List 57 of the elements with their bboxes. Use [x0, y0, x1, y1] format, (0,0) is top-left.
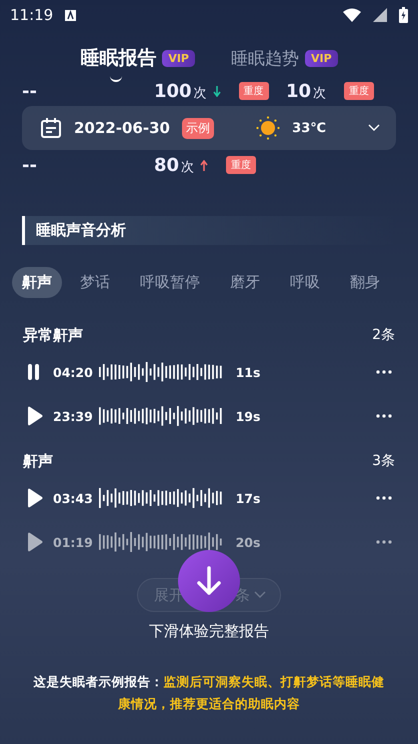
sun-icon [256, 116, 280, 140]
wifi-icon [343, 8, 361, 22]
group-title: 鼾声 [23, 452, 53, 470]
sample-tag: 示例 [182, 118, 214, 138]
report-tab[interactable]: 睡眠报告 VIP [80, 38, 195, 78]
pause-button[interactable] [27, 364, 41, 380]
severity-badge: 重度 [226, 156, 256, 174]
date-bar[interactable]: 2022-06-30 示例 33℃ [22, 106, 396, 150]
footer-note: 这是失眠者示例报告：监测后可洞察失眠、打鼾梦话等睡眠健康情况，推荐更适合的助眠内容 [32, 673, 386, 713]
stat-unit: 次 [313, 84, 326, 102]
temperature: 33℃ [292, 120, 326, 136]
play-button[interactable] [27, 406, 43, 426]
vip-badge: VIP [305, 50, 338, 66]
stat-unit: 次 [181, 158, 194, 176]
stat-value: 80 [154, 154, 180, 176]
more-button[interactable] [376, 540, 392, 544]
category-tab[interactable]: 翻身 [340, 267, 390, 298]
group-title: 异常鼾声 [23, 326, 83, 344]
stat-unit: 次 [194, 84, 207, 102]
swipe-hint: 下滑体验完整报告 [149, 622, 269, 641]
recording-time: 03:43 [53, 490, 93, 506]
recording-duration: 17s [236, 490, 262, 506]
category-tab[interactable]: 鼾声 [12, 267, 62, 298]
recording-time: 23:39 [53, 408, 93, 424]
recording-duration: 20s [236, 534, 262, 550]
stat-value: -- [22, 154, 37, 176]
calendar-icon [40, 117, 62, 139]
play-button[interactable] [27, 488, 43, 508]
keyboard-icon [65, 10, 76, 20]
stat-value: 100 [154, 80, 192, 102]
category-tab[interactable]: 磨牙 [220, 267, 270, 298]
more-button[interactable] [376, 496, 392, 500]
category-tab[interactable]: 梦话 [70, 267, 120, 298]
more-button[interactable] [376, 370, 392, 374]
signal-icon [373, 8, 387, 22]
stat-value: -- [22, 80, 37, 102]
report-tab[interactable]: 睡眠趋势 VIP [231, 38, 338, 78]
group-count: 3条 [372, 452, 395, 470]
group-count: 2条 [372, 326, 395, 344]
status-time: 11:19 [10, 6, 54, 24]
category-tab[interactable]: 呼吸暂停 [130, 267, 210, 298]
severity-badge: 重度 [344, 82, 374, 100]
chevron-down-icon [254, 591, 266, 599]
report-date: 2022-06-30 [74, 119, 170, 137]
recording-time: 04:20 [53, 364, 93, 380]
chevron-down-icon [368, 124, 380, 132]
play-button[interactable] [27, 532, 43, 552]
recording-duration: 19s [236, 408, 262, 424]
category-tab[interactable]: 呼吸 [280, 267, 330, 298]
severity-badge: 重度 [238, 82, 269, 100]
battery-icon [399, 7, 408, 23]
vip-badge: VIP [162, 50, 195, 66]
down-arrow-icon [196, 566, 222, 596]
recording-time: 01:19 [53, 534, 93, 550]
more-button[interactable] [376, 414, 392, 418]
recording-duration: 11s [236, 364, 262, 380]
stat-value: 10 [286, 80, 312, 102]
